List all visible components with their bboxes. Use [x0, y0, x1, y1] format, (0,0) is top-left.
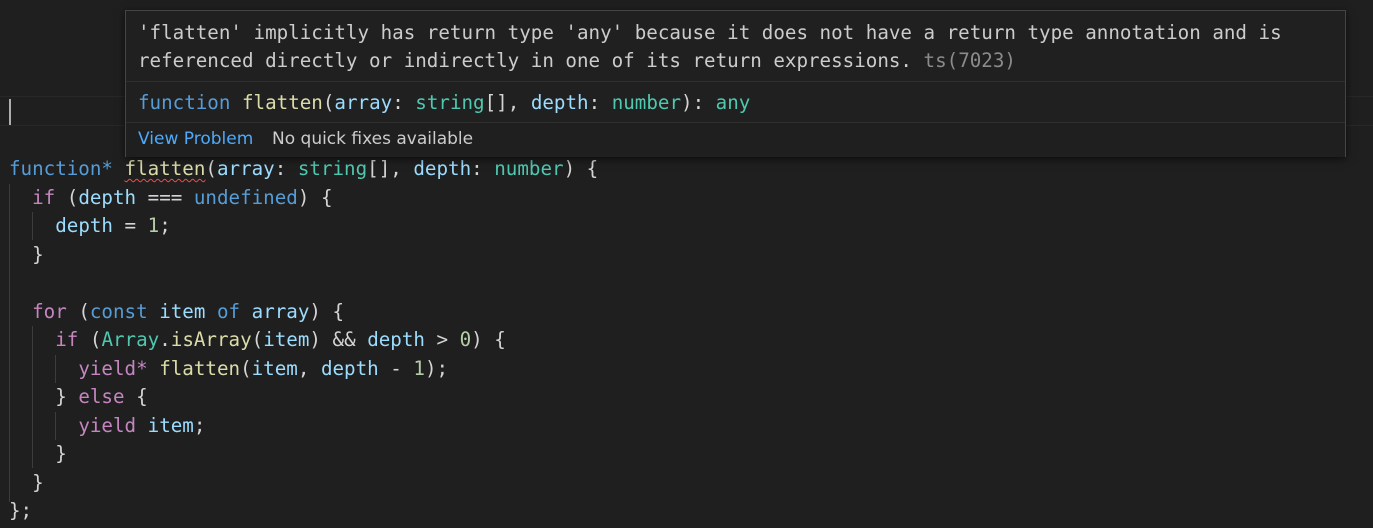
code-line: };: [9, 499, 33, 522]
code-line: function* flatten(array: string[], depth…: [9, 157, 599, 180]
divider: [126, 81, 1345, 82]
error-message: 'flatten' implicitly has return type 'an…: [138, 19, 1328, 75]
code-block[interactable]: function* flatten(array: string[], depth…: [9, 155, 598, 526]
code-line: if (Array.isArray(item) && depth > 0) {: [55, 328, 506, 351]
error-message-text: 'flatten' implicitly has return type 'an…: [138, 21, 1282, 72]
code-line: if (depth === undefined) {: [32, 185, 333, 209]
code-line: yield item;: [78, 413, 206, 437]
text-cursor: [9, 99, 11, 125]
function-signature: function flatten(array: string[], depth:…: [138, 91, 751, 114]
code-line: }: [32, 242, 44, 266]
function-name-error[interactable]: flatten: [125, 157, 206, 180]
code-line: for (const item of array) {: [32, 299, 345, 323]
code-line: }: [55, 442, 67, 465]
param: array: [216, 157, 275, 180]
type: number: [494, 157, 564, 180]
no-quick-fixes-label: No quick fixes available: [272, 129, 474, 149]
param: depth: [413, 157, 472, 180]
view-problem-link[interactable]: View Problem: [138, 129, 253, 149]
hover-status-bar: View Problem No quick fixes available: [126, 123, 1345, 157]
code-line: }: [32, 470, 44, 494]
code-editor[interactable]: function* flatten(array: string[], depth…: [0, 0, 1373, 528]
keyword: function*: [9, 157, 113, 180]
hover-tooltip[interactable]: 'flatten' implicitly has return type 'an…: [125, 10, 1346, 157]
code-line: depth = 1;: [55, 214, 171, 237]
code-line: } else {: [9, 385, 148, 408]
code-line: yield* flatten(item, depth - 1);: [78, 356, 449, 380]
type: string: [297, 157, 368, 180]
error-code: ts(7023): [923, 49, 1016, 72]
